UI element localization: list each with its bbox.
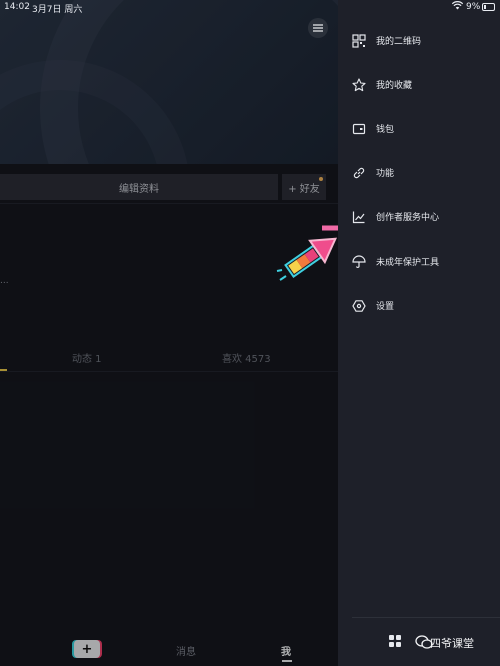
wifi-icon <box>451 1 464 13</box>
drawer-item-qr-code[interactable]: 我的二维码 <box>338 29 500 53</box>
drawer-item-label: 钱包 <box>376 125 395 135</box>
umbrella-icon <box>352 255 366 269</box>
settings-icon <box>352 300 366 312</box>
divider <box>352 617 500 618</box>
battery-percent: 9% <box>466 2 481 12</box>
drawer-item-label: 功能 <box>376 169 395 179</box>
arrow-sticker-icon <box>276 225 345 281</box>
watermark-text: 四爷课堂 <box>430 637 474 650</box>
wallet-icon <box>352 123 366 135</box>
drawer-item-label: 创作者服务中心 <box>376 213 440 223</box>
star-icon <box>352 78 366 92</box>
drawer-item-label: 我的二维码 <box>376 37 422 47</box>
battery-icon <box>482 3 495 11</box>
status-date: 3月7日 周六 <box>32 5 83 15</box>
drawer-item-settings[interactable]: 设置 <box>338 294 500 318</box>
qr-code-icon <box>352 34 366 48</box>
drawer-item-label: 设置 <box>376 302 395 312</box>
status-time: 14:02 <box>4 2 30 12</box>
drawer-item-favorites[interactable]: 我的收藏 <box>338 73 500 97</box>
drawer-item-creator-center[interactable]: 创作者服务中心 <box>338 205 500 229</box>
drawer-item-features[interactable]: 功能 <box>338 161 500 185</box>
chart-icon <box>352 211 365 224</box>
status-bar: 14:02 3月7日 周六 9% <box>0 0 500 15</box>
drawer-backdrop[interactable] <box>0 0 338 666</box>
drawer-item-wallet[interactable]: 钱包 <box>338 117 500 141</box>
link-icon <box>353 167 365 179</box>
drawer-item-minor-protection[interactable]: 未成年保护工具 <box>338 250 500 274</box>
drawer-item-label: 未成年保护工具 <box>376 258 440 268</box>
grid-icon[interactable] <box>389 635 401 647</box>
side-drawer <box>338 0 500 666</box>
drawer-item-label: 我的收藏 <box>376 81 413 91</box>
